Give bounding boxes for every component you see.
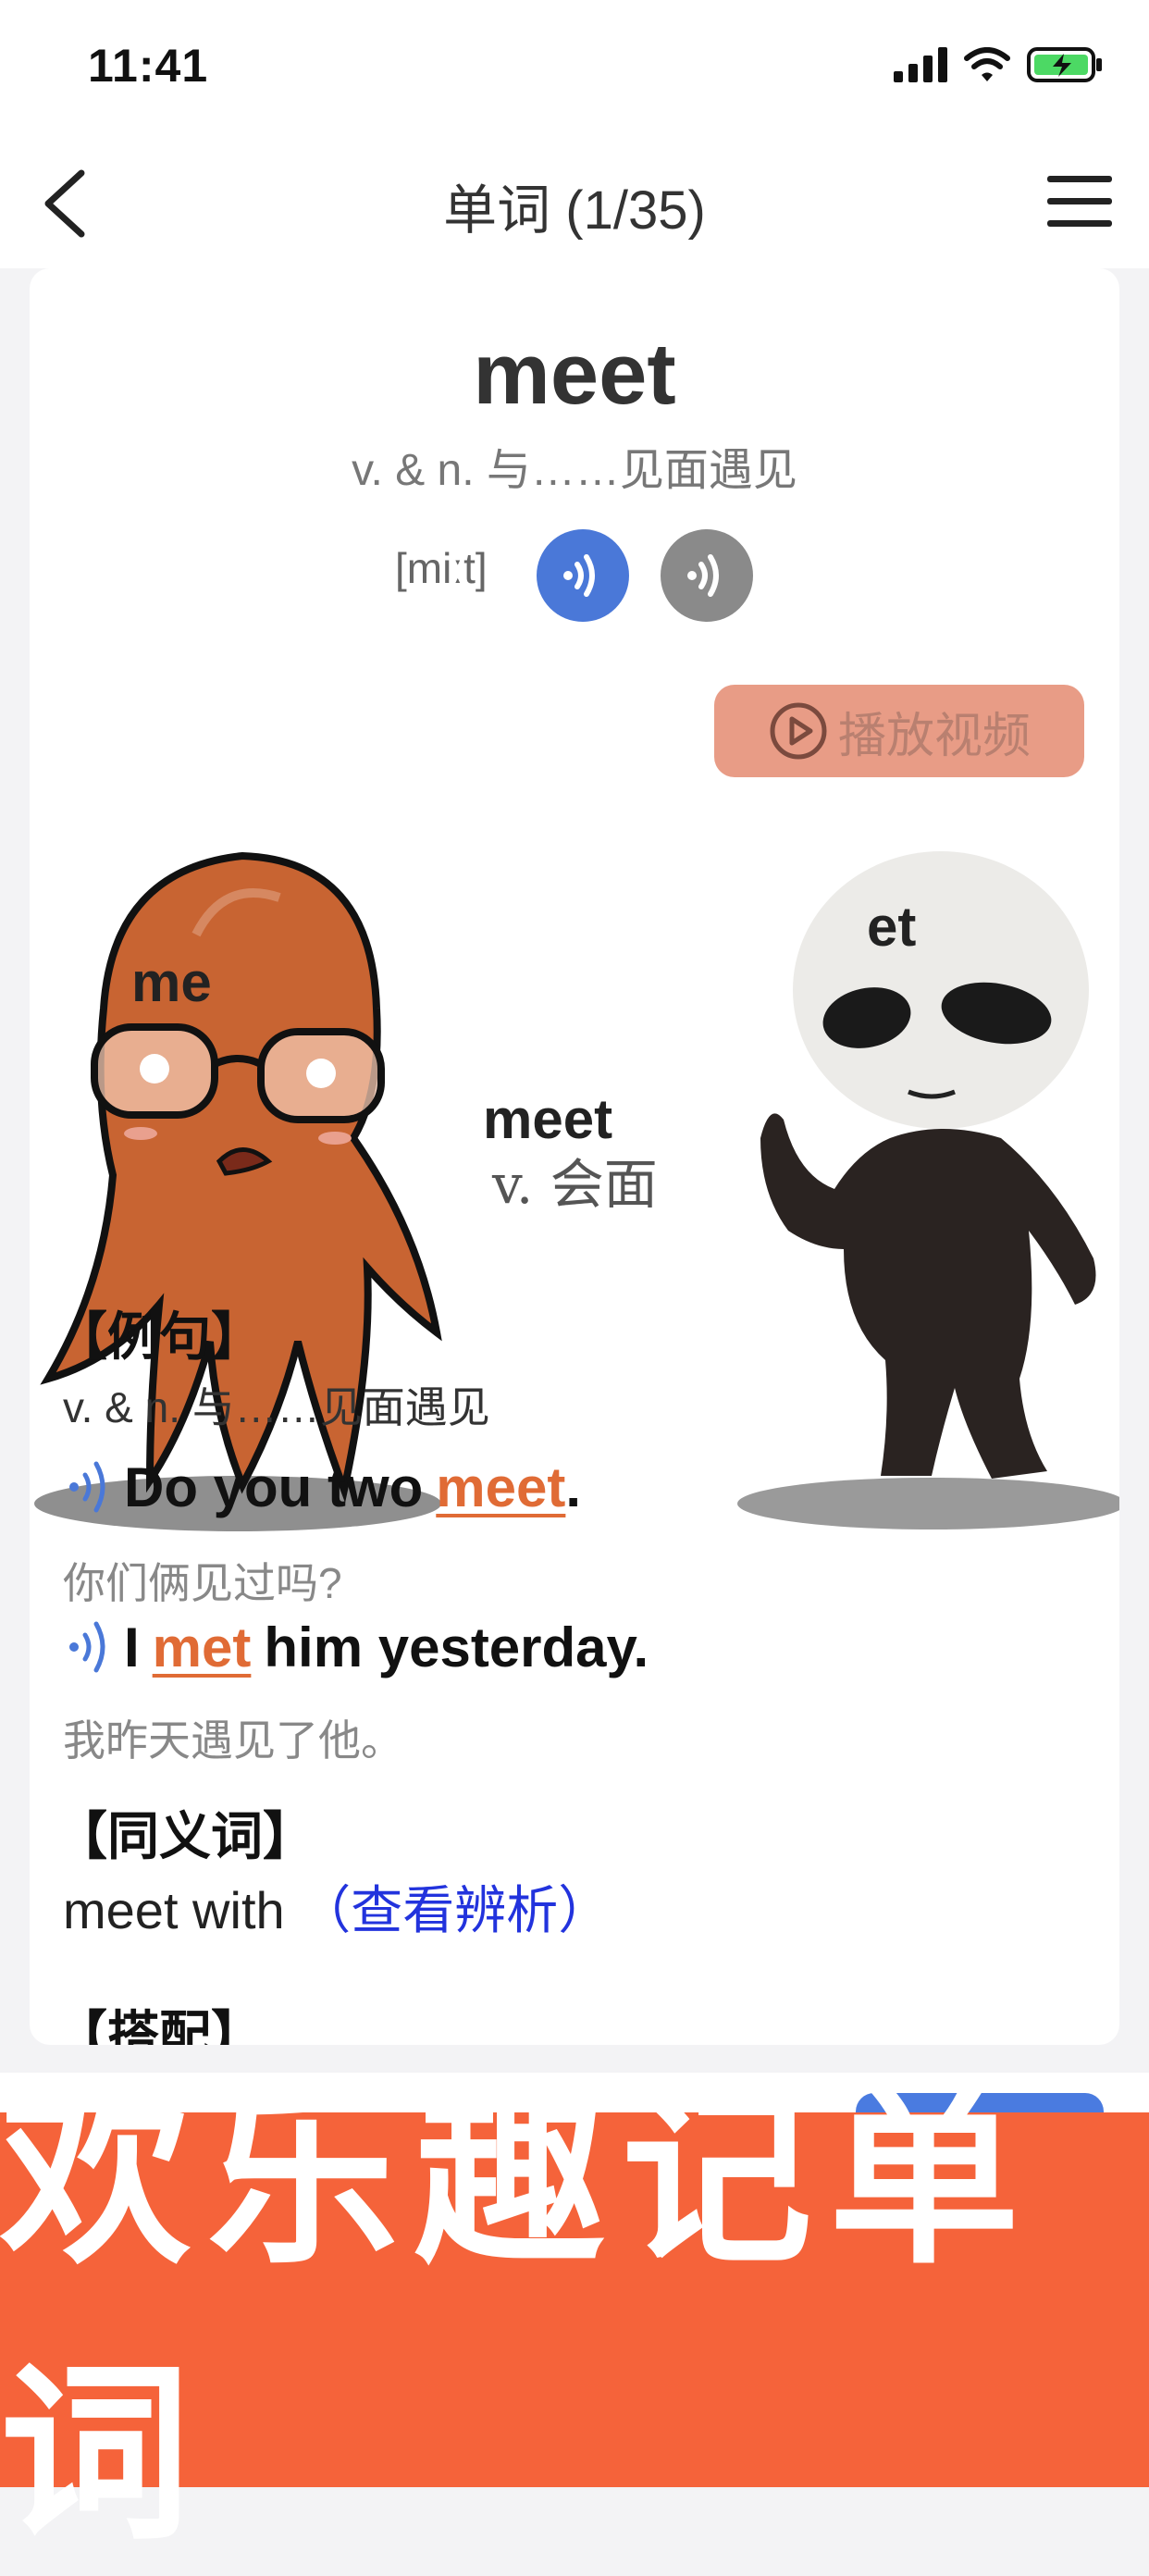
wifi-icon	[964, 47, 1010, 81]
phonetic: [miːt]	[395, 544, 488, 592]
examples-definition: v. & n. 与……见面遇见	[63, 1383, 490, 1431]
hamburger-line-icon	[1047, 198, 1112, 204]
battery-icon	[1027, 47, 1102, 82]
sentence-text: I	[124, 1616, 140, 1678]
play-pronunciation-uk-button[interactable]	[661, 529, 753, 622]
menu-button[interactable]	[1047, 176, 1112, 231]
status-time: 11:41	[88, 40, 209, 92]
play-video-label: 播放视频	[837, 709, 1031, 763]
sentence-speaker-icon[interactable]	[63, 1455, 118, 1519]
word-definition: v. & n. 与……见面遇见	[352, 446, 797, 495]
sentence-text: him yesterday.	[264, 1616, 649, 1678]
promo-banner: 欢乐趣记单词	[0, 2068, 1149, 2566]
illustration-label-meet: meet	[483, 1088, 612, 1150]
synonyms-heading: 【同义词】	[56, 1807, 315, 1865]
illustration-label-et: et	[867, 896, 916, 958]
sentence-keyword[interactable]: met	[153, 1616, 252, 1679]
page-title: 单词 (1/35)	[443, 180, 706, 241]
word-card: meet v. & n. 与……见面遇见 [miːt] me meet v. 会…	[30, 268, 1119, 2045]
sentence-text: .	[565, 1455, 582, 1518]
play-video-button[interactable]: 播放视频	[714, 685, 1084, 777]
example-translation-2: 我昨天遇见了他。	[63, 1716, 403, 1765]
synonym-word: meet with	[63, 1881, 285, 1939]
synonym-row: meet with （查看辨析）	[63, 1869, 610, 1944]
play-circle-icon	[770, 702, 827, 760]
play-pronunciation-us-button[interactable]	[537, 529, 629, 622]
headword: meet	[473, 325, 676, 422]
sentence-keyword[interactable]: meet	[436, 1455, 565, 1519]
example-sentence-1: Do you two meet .	[63, 1455, 581, 1519]
hamburger-line-icon	[1047, 176, 1112, 182]
example-sentence-2: I met him yesterday.	[63, 1615, 649, 1679]
sentence-text: Do you two	[124, 1455, 424, 1518]
status-icons	[894, 46, 1103, 83]
speaker-icon	[563, 554, 595, 597]
sentence-speaker-icon[interactable]	[63, 1615, 118, 1679]
illustration-label-meaning: v. 会面	[491, 1153, 658, 1216]
examples-heading: 【例句】	[56, 1307, 263, 1366]
view-analysis-link[interactable]: （查看辨析）	[299, 1881, 610, 1939]
speaker-icon	[687, 554, 719, 597]
illustration-label-me: me	[131, 951, 212, 1013]
banner-text: 欢乐趣记单词	[0, 2067, 1037, 2566]
example-translation-1: 你们俩见过吗?	[63, 1559, 342, 1607]
hamburger-line-icon	[1047, 220, 1112, 227]
signal-icon	[894, 47, 947, 82]
